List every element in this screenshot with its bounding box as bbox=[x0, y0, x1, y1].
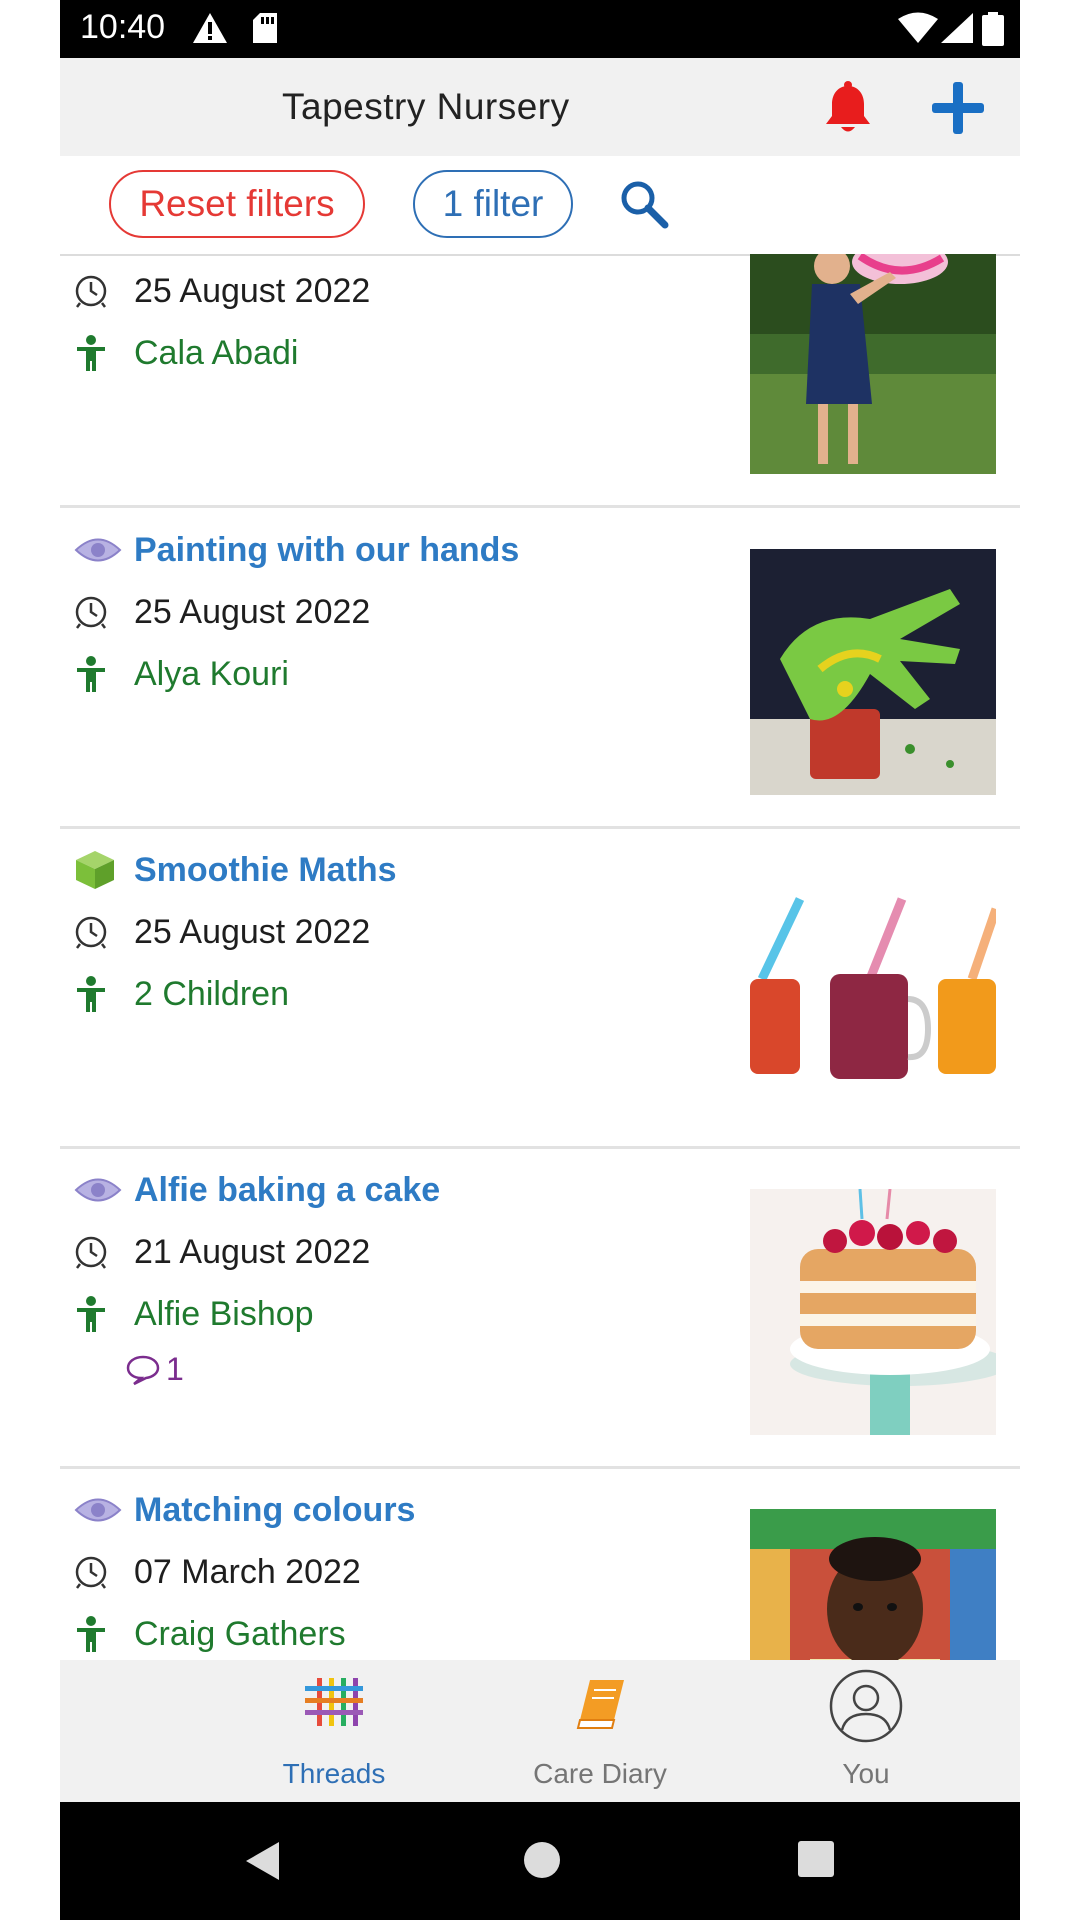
system-navigation-bar bbox=[60, 1802, 1020, 1920]
child-row: Craig Gathers bbox=[74, 1609, 346, 1659]
filter-count-button[interactable]: 1 filter bbox=[413, 170, 573, 238]
list-item[interactable]: Alfie baking a cake 21 August 2022 Alfie… bbox=[60, 1151, 1020, 1469]
tab-care-diary[interactable]: Care Diary bbox=[480, 1660, 720, 1802]
date-row: 07 March 2022 bbox=[74, 1547, 361, 1597]
profile-icon bbox=[828, 1668, 904, 1749]
sd-card-icon bbox=[252, 12, 278, 49]
entry-photo[interactable] bbox=[750, 549, 996, 795]
threads-icon bbox=[303, 1676, 365, 1733]
tab-you-label: You bbox=[842, 1758, 890, 1789]
search-icon[interactable] bbox=[618, 178, 670, 235]
entry-child: 2 Children bbox=[134, 974, 289, 1013]
entry-title[interactable]: Alfie baking a cake bbox=[134, 1171, 440, 1210]
notifications-bell-icon[interactable] bbox=[820, 80, 876, 141]
title-row: Matching colours bbox=[74, 1485, 415, 1535]
eye-icon bbox=[74, 1485, 134, 1535]
screen: 10:40 Tapestry Nursery Reset filters 1 f… bbox=[60, 0, 1020, 1920]
child-icon bbox=[74, 328, 134, 378]
status-time: 10:40 bbox=[80, 8, 166, 46]
tab-you[interactable]: You bbox=[746, 1660, 986, 1802]
entry-photo[interactable] bbox=[750, 869, 996, 1115]
child-icon bbox=[74, 969, 134, 1019]
entry-date: 21 August 2022 bbox=[134, 1232, 371, 1271]
child-row: Cala Abadi bbox=[74, 328, 298, 378]
cell-signal-icon bbox=[940, 12, 974, 49]
child-icon bbox=[74, 649, 134, 699]
title-row: Painting with our hands bbox=[74, 525, 519, 575]
comment-count-value: 1 bbox=[166, 1351, 184, 1387]
entry-child: Craig Gathers bbox=[134, 1614, 346, 1653]
clock-icon bbox=[74, 587, 134, 637]
entry-title[interactable]: Painting with our hands bbox=[134, 531, 519, 570]
date-row: 21 August 2022 bbox=[74, 1227, 370, 1277]
page-title: Tapestry Nursery bbox=[282, 86, 570, 127]
child-row: Alfie Bishop bbox=[74, 1289, 314, 1339]
list-item[interactable]: 25 August 2022 Cala Abadi bbox=[60, 254, 1020, 508]
list-item[interactable]: Matching colours 07 March 2022 Craig Gat… bbox=[60, 1471, 1020, 1660]
entry-photo[interactable] bbox=[750, 1509, 996, 1660]
entry-date: 25 August 2022 bbox=[134, 912, 371, 951]
clock-icon bbox=[74, 1227, 134, 1277]
child-icon bbox=[74, 1289, 134, 1339]
warning-icon bbox=[192, 12, 228, 49]
clock-icon bbox=[74, 907, 134, 957]
eye-icon bbox=[74, 525, 134, 575]
child-row: Alya Kouri bbox=[74, 649, 289, 699]
add-post-icon[interactable] bbox=[930, 80, 986, 141]
reset-filters-button[interactable]: Reset filters bbox=[109, 170, 365, 238]
wifi-icon bbox=[898, 12, 938, 49]
entry-photo[interactable] bbox=[750, 254, 996, 474]
entry-date: 25 August 2022 bbox=[134, 592, 371, 631]
tab-care-diary-label: Care Diary bbox=[533, 1758, 667, 1789]
entry-title[interactable]: Matching colours bbox=[134, 1491, 415, 1530]
observation-feed[interactable]: 25 August 2022 Cala Abadi Painting with … bbox=[60, 254, 1020, 1660]
date-row: 25 August 2022 bbox=[74, 587, 370, 637]
title-row: Smoothie Maths bbox=[74, 845, 397, 895]
tab-threads-label: Threads bbox=[282, 1758, 386, 1789]
bottom-navigation: Threads Care Diary You bbox=[60, 1660, 1020, 1802]
list-item[interactable]: Painting with our hands 25 August 2022 A… bbox=[60, 511, 1020, 829]
eye-icon bbox=[74, 1165, 134, 1215]
clock-icon bbox=[74, 266, 134, 316]
clock-icon bbox=[74, 1547, 134, 1597]
recents-icon[interactable] bbox=[797, 1840, 835, 1883]
date-row: 25 August 2022 bbox=[74, 266, 370, 316]
filter-bar: Reset filters 1 filter bbox=[60, 156, 1020, 256]
child-row: 2 Children bbox=[74, 969, 289, 1019]
date-row: 25 August 2022 bbox=[74, 907, 370, 957]
book-icon bbox=[572, 1676, 628, 1737]
entry-child: Cala Abadi bbox=[134, 333, 299, 372]
title-row: Alfie baking a cake bbox=[74, 1165, 440, 1215]
back-icon[interactable] bbox=[243, 1840, 281, 1887]
list-item[interactable]: Smoothie Maths 25 August 2022 2 Children bbox=[60, 831, 1020, 1149]
entry-date: 07 March 2022 bbox=[134, 1552, 361, 1591]
child-icon bbox=[74, 1609, 134, 1659]
entry-child: Alya Kouri bbox=[134, 654, 289, 693]
home-icon[interactable] bbox=[522, 1840, 562, 1885]
comment-bubble-icon bbox=[126, 1354, 160, 1386]
entry-title[interactable]: Smoothie Maths bbox=[134, 851, 397, 890]
status-bar: 10:40 bbox=[60, 0, 1020, 58]
entry-photo[interactable] bbox=[750, 1189, 996, 1435]
cube-icon bbox=[74, 845, 134, 895]
tab-threads[interactable]: Threads bbox=[214, 1660, 454, 1802]
entry-date: 25 August 2022 bbox=[134, 271, 371, 310]
app-bar: Tapestry Nursery bbox=[60, 58, 1020, 156]
entry-child: Alfie Bishop bbox=[134, 1294, 314, 1333]
comment-count[interactable]: 1 bbox=[126, 1351, 184, 1388]
battery-icon bbox=[982, 12, 1004, 51]
